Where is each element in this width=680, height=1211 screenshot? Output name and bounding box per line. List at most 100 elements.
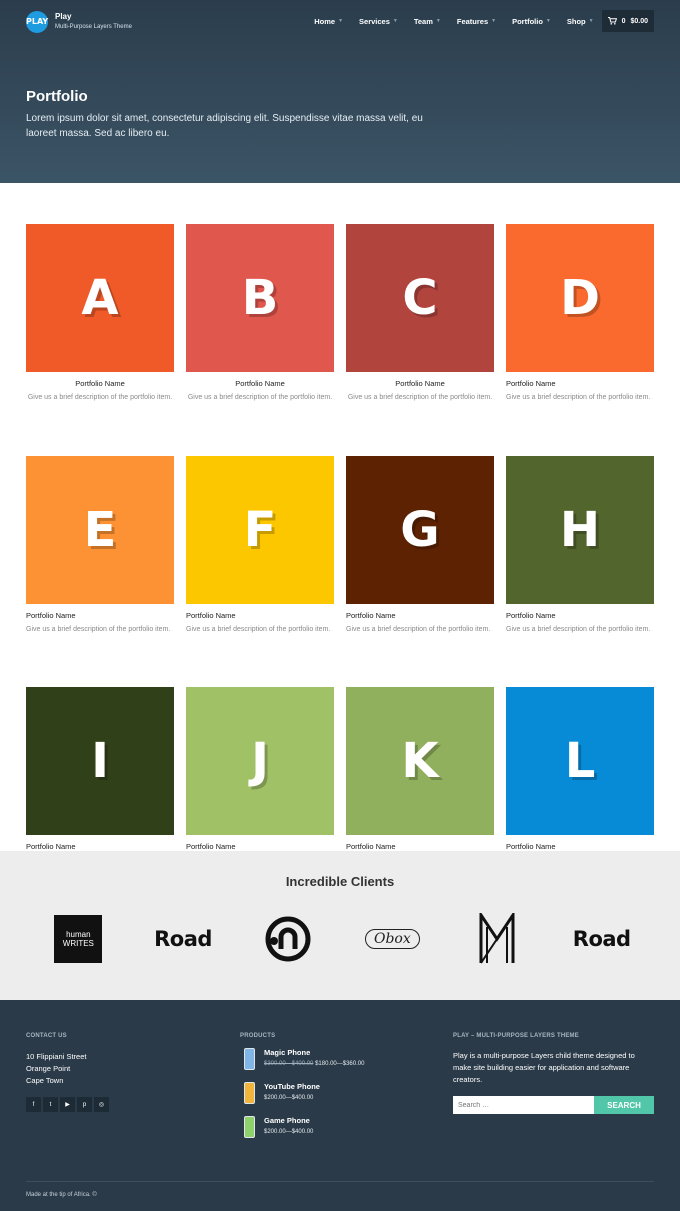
- old-price: $300.00—$400.00: [264, 1061, 314, 1067]
- client-logo-nh[interactable]: [445, 911, 550, 967]
- portfolio-card[interactable]: F Portfolio Name Give us a brief descripti…: [186, 455, 334, 636]
- portfolio-card[interactable]: H Portfolio Name Give us a brief descripti…: [506, 455, 654, 636]
- nav-shop[interactable]: Shop ▼: [567, 17, 594, 26]
- portfolio-name[interactable]: Portfolio Name: [186, 379, 334, 388]
- product-price: $200.00—$400.00: [264, 1129, 314, 1135]
- search-input[interactable]: [453, 1096, 594, 1114]
- client-logo-obox[interactable]: Obox: [340, 911, 445, 967]
- product-name[interactable]: YouTube Phone: [264, 1082, 320, 1091]
- portfolio-name[interactable]: Portfolio Name: [186, 611, 334, 620]
- address-line: Cape Town: [26, 1076, 64, 1085]
- client-logo-row: human WRITES Road Obox Road: [26, 911, 654, 967]
- facebook-icon[interactable]: f: [26, 1097, 41, 1112]
- address-line: Orange Point: [26, 1064, 71, 1073]
- site-title[interactable]: Play: [55, 12, 71, 21]
- portfolio-thumbnail[interactable]: F: [186, 455, 334, 604]
- portfolio-description: Give us a brief description of the portf…: [506, 625, 651, 633]
- portfolio-thumbnail[interactable]: J: [186, 687, 334, 835]
- footer-contact: CONTACT US 10 Flippiani Street Orange Po…: [26, 1033, 109, 1112]
- footer-products: PRODUCTS Magic Phone $300.00—$400.00 $18…: [240, 1033, 364, 1141]
- portfolio-thumbnail[interactable]: A: [26, 224, 174, 372]
- portfolio-card[interactable]: C Portfolio Name Give us a brief descripti…: [346, 224, 494, 404]
- client-logo-road[interactable]: Road: [131, 911, 236, 967]
- portfolio-letter: E: [83, 501, 117, 558]
- client-logo-human-writes[interactable]: human WRITES: [26, 911, 131, 967]
- road-logo: Road: [154, 927, 212, 951]
- portfolio-name[interactable]: Portfolio Name: [346, 842, 494, 851]
- nav-label: Team: [413, 16, 433, 26]
- portfolio-letter: H: [559, 501, 601, 558]
- portfolio-letter: L: [564, 733, 596, 789]
- portfolio-name[interactable]: Portfolio Name: [506, 379, 654, 388]
- footer-about: PLAY – MULTI-PURPOSE LAYERS THEME Play i…: [453, 1033, 654, 1114]
- portfolio-name[interactable]: Portfolio Name: [346, 611, 494, 620]
- nav-label: Home: [314, 16, 336, 26]
- portfolio-thumbnail[interactable]: L: [506, 687, 654, 835]
- contact-address: 10 Flippiani Street Orange Point Cape To…: [26, 1051, 109, 1087]
- portfolio-name[interactable]: Portfolio Name: [346, 379, 494, 388]
- pinterest-icon[interactable]: p: [77, 1097, 92, 1112]
- portfolio-description: Give us a brief description of the portf…: [27, 394, 173, 401]
- page-intro: Lorem ipsum dolor sit amet, consectetur …: [26, 113, 423, 139]
- about-text: Play is a multi-purpose Layers child the…: [453, 1051, 635, 1084]
- portfolio-letter: B: [241, 270, 279, 326]
- phone-thumbnail: [244, 1048, 255, 1070]
- page-title: Portfolio: [26, 88, 88, 105]
- portfolio-letter: G: [400, 501, 440, 558]
- footer-divider: [26, 1181, 654, 1182]
- client-logo-road-2[interactable]: Road: [549, 911, 654, 967]
- nav-team[interactable]: Team ▼: [414, 17, 441, 26]
- portfolio-name[interactable]: Portfolio Name: [186, 842, 334, 851]
- portfolio-thumbnail[interactable]: D: [506, 224, 654, 372]
- about-heading: PLAY – MULTI-PURPOSE LAYERS THEME: [453, 1033, 579, 1039]
- portfolio-card[interactable]: A Portfolio Name Give us a brief descripti…: [26, 224, 174, 404]
- nav-label: Services: [359, 16, 390, 26]
- portfolio-thumbnail[interactable]: I: [26, 687, 174, 835]
- portfolio-name[interactable]: Portfolio Name: [506, 842, 654, 851]
- portfolio-thumbnail[interactable]: K: [346, 687, 494, 835]
- search-button[interactable]: SEARCH: [594, 1096, 654, 1114]
- portfolio-description: Give us a brief description of the portf…: [506, 394, 651, 401]
- product-name[interactable]: Game Phone: [264, 1116, 313, 1125]
- product-item[interactable]: Game Phone $200.00—$400.00: [240, 1116, 364, 1141]
- dribbble-icon[interactable]: ◎: [94, 1097, 109, 1112]
- portfolio-card[interactable]: G Portfolio Name Give us a brief descripti…: [346, 455, 494, 636]
- portfolio-name[interactable]: Portfolio Name: [26, 379, 174, 388]
- portfolio-card[interactable]: IPortfolio NameGive us a brief descripti…: [26, 687, 174, 867]
- twitter-icon[interactable]: t: [43, 1097, 58, 1112]
- nav-home[interactable]: Home ▼: [314, 17, 343, 26]
- portfolio-card[interactable]: JPortfolio NameGive us a brief descripti…: [186, 687, 334, 867]
- cart-count: 0: [621, 17, 626, 25]
- client-logo-n-circle[interactable]: [235, 911, 340, 967]
- portfolio-letter: I: [91, 733, 109, 789]
- chevron-down-icon: ▼: [491, 18, 497, 24]
- portfolio-name[interactable]: Portfolio Name: [506, 611, 654, 620]
- portfolio-thumbnail[interactable]: E: [26, 455, 174, 604]
- youtube-icon[interactable]: ▶: [60, 1097, 75, 1112]
- product-item[interactable]: Magic Phone $300.00—$400.00 $180.00—$360…: [240, 1048, 364, 1073]
- nav-services[interactable]: Services ▼: [359, 17, 398, 26]
- nav-portfolio[interactable]: Portfolio ▼: [512, 17, 551, 26]
- nav-features[interactable]: Features ▼: [457, 17, 496, 26]
- portfolio-card[interactable]: LPortfolio NameGive us a brief descripti…: [506, 687, 654, 867]
- product-name[interactable]: Magic Phone: [264, 1048, 364, 1057]
- portfolio-letter: J: [251, 733, 269, 789]
- chevron-down-icon: ▼: [338, 18, 344, 24]
- sale-price: $180.00—$360.00: [315, 1061, 365, 1067]
- portfolio-card[interactable]: B Portfolio Name Give us a brief descripti…: [186, 224, 334, 404]
- portfolio-name[interactable]: Portfolio Name: [26, 611, 174, 620]
- product-price: $200.00—$400.00: [264, 1095, 314, 1101]
- portfolio-card[interactable]: D Portfolio Name Give us a brief descripti…: [506, 224, 654, 404]
- portfolio-description: Give us a brief description of the portf…: [347, 394, 493, 401]
- portfolio-thumbnail[interactable]: C: [346, 224, 494, 372]
- product-item[interactable]: YouTube Phone $200.00—$400.00: [240, 1082, 364, 1107]
- site-logo[interactable]: PLAY: [26, 11, 48, 33]
- portfolio-thumbnail[interactable]: G: [346, 455, 494, 604]
- portfolio-card[interactable]: E Portfolio Name Give us a brief descripti…: [26, 455, 174, 636]
- portfolio-name[interactable]: Portfolio Name: [26, 842, 174, 851]
- portfolio-card[interactable]: KPortfolio NameGive us a brief descripti…: [346, 687, 494, 867]
- portfolio-thumbnail[interactable]: H: [506, 455, 654, 604]
- clients-section: Incredible Clients human WRITES Road Obo…: [0, 851, 680, 1000]
- cart-button[interactable]: 0 $0.00: [601, 10, 654, 32]
- portfolio-thumbnail[interactable]: B: [186, 224, 334, 372]
